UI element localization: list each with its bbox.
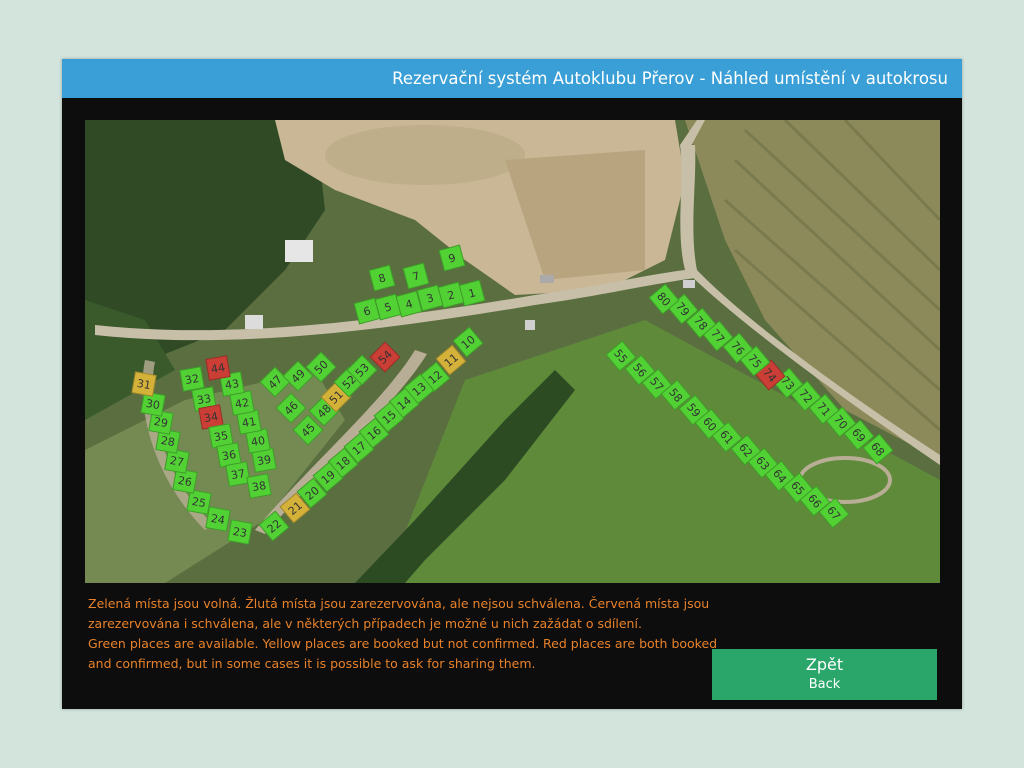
legend-czech: Zelená místa jsou volná. Žlutá místa jso… (88, 596, 710, 631)
parking-spots-layer: 1 2 3 4 5 6 7 8 9 10 11 12 13 14 15 16 17 18 19 20 21 22 23 24 2… (85, 120, 940, 583)
legend-english: Green places are available. Yellow place… (88, 636, 718, 671)
parking-spot[interactable]: 22 (258, 510, 290, 542)
parking-spot[interactable]: 8 (368, 264, 396, 292)
parking-spot[interactable]: 9 (438, 244, 466, 272)
app-window: Rezervační systém Autoklubu Přerov - Náh… (62, 59, 962, 709)
back-button-label-en: Back (808, 677, 841, 692)
page-header: Rezervační systém Autoklubu Přerov - Náh… (62, 59, 962, 98)
legend-text: Zelená místa jsou volná. Žlutá místa jso… (88, 594, 728, 674)
parking-spot[interactable]: 23 (227, 519, 253, 545)
back-button-label-cs: Zpět (805, 655, 844, 674)
page-title: Rezervační systém Autoklubu Přerov - Náh… (392, 69, 948, 88)
parking-spot[interactable]: 7 (402, 262, 430, 290)
parking-spot[interactable]: 38 (246, 473, 272, 499)
aerial-map: 1 2 3 4 5 6 7 8 9 10 11 12 13 14 15 16 17 18 19 20 21 22 23 24 2… (85, 120, 940, 583)
parking-spot[interactable]: 24 (205, 506, 231, 532)
back-button[interactable]: Zpět Back (712, 649, 937, 700)
parking-spot[interactable]: 31 (131, 371, 157, 397)
parking-spot[interactable]: 44 (205, 355, 231, 381)
